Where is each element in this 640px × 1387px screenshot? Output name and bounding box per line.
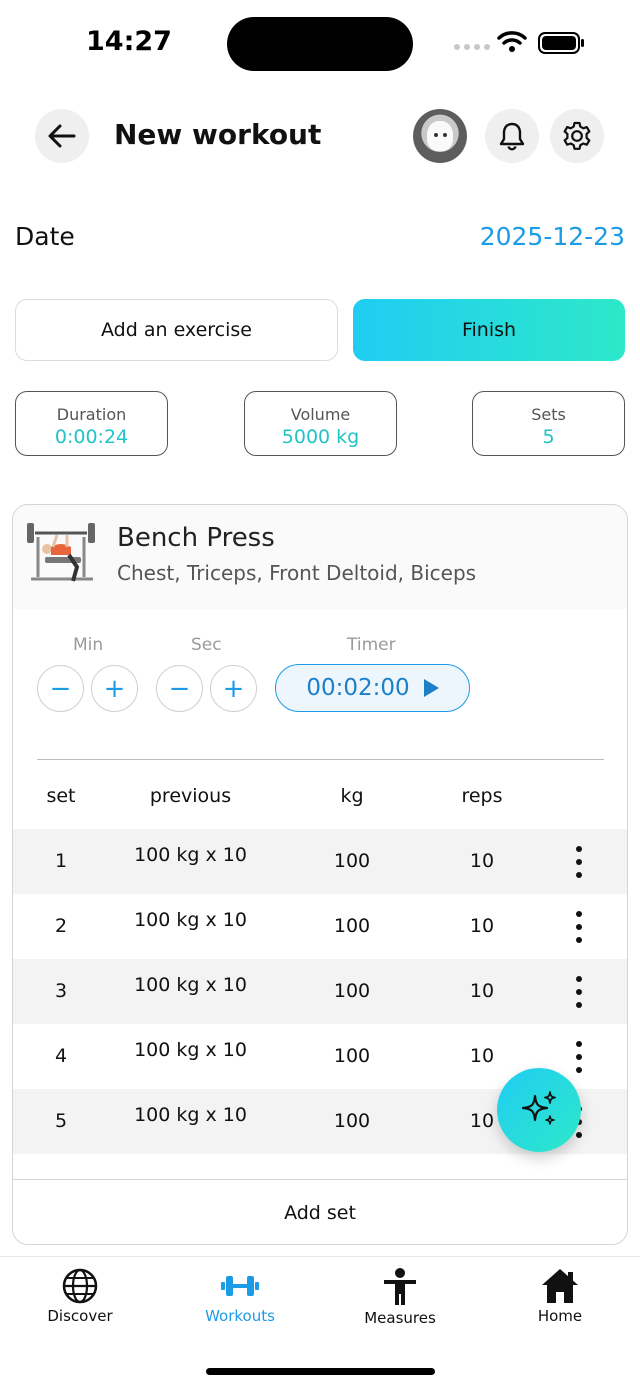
- cellular-signal-icon: [454, 44, 490, 50]
- sec-increment-button[interactable]: +: [210, 665, 257, 712]
- action-row: Add an exercise Finish: [15, 299, 625, 361]
- set-number: 4: [54, 1045, 68, 1067]
- stat-value: 0:00:24: [54, 426, 129, 448]
- status-bar: 14:27: [0, 0, 640, 88]
- set-kg-input[interactable]: 100: [313, 850, 391, 872]
- sec-decrement-button[interactable]: −: [156, 665, 203, 712]
- set-kg-input[interactable]: 100: [313, 1110, 391, 1132]
- table-row: 3 100 kg x 10 100 10: [13, 959, 627, 1024]
- column-header-set: set: [46, 785, 76, 807]
- stat-volume: Volume 5000 kg: [244, 391, 397, 456]
- set-number: 3: [54, 980, 68, 1002]
- back-button[interactable]: [35, 109, 89, 163]
- tab-label: Workouts: [205, 1307, 275, 1325]
- tab-label: Home: [537, 1307, 583, 1325]
- exercise-muscles: Chest, Triceps, Front Deltoid, Biceps: [117, 561, 477, 585]
- avatar-photo: [427, 121, 453, 151]
- min-label: Min: [73, 635, 104, 655]
- set-kg-input[interactable]: 100: [313, 1045, 391, 1067]
- app-header: New workout: [0, 108, 640, 164]
- avatar[interactable]: [413, 109, 467, 163]
- notifications-button[interactable]: [485, 109, 539, 163]
- avatar-photo-detail: [443, 133, 447, 137]
- set-reps-input[interactable]: 10: [443, 980, 521, 1002]
- set-previous[interactable]: 100 kg x 10: [113, 1104, 268, 1126]
- person-icon: [384, 1268, 416, 1305]
- more-vert-icon[interactable]: [573, 1041, 585, 1073]
- stat-value: 5: [542, 426, 555, 448]
- tab-home[interactable]: Home: [500, 1267, 620, 1327]
- set-reps-input[interactable]: 10: [443, 915, 521, 937]
- stat-duration: Duration 0:00:24: [15, 391, 168, 456]
- set-previous[interactable]: 100 kg x 10: [113, 1039, 268, 1061]
- tab-discover[interactable]: Discover: [20, 1267, 140, 1327]
- gear-icon: [563, 121, 591, 150]
- min-decrement-button[interactable]: −: [37, 665, 84, 712]
- exercise-header[interactable]: Bench Press Chest, Triceps, Front Deltoi…: [13, 505, 627, 609]
- exercise-name: Bench Press: [117, 523, 275, 553]
- stat-label: Sets: [531, 405, 566, 424]
- wifi-icon: [497, 31, 527, 52]
- min-increment-button[interactable]: +: [91, 665, 138, 712]
- date-picker[interactable]: 2025-12-23: [480, 222, 625, 251]
- more-vert-icon[interactable]: [573, 976, 585, 1008]
- set-kg-input[interactable]: 100: [313, 980, 391, 1002]
- stat-sets: Sets 5: [472, 391, 625, 456]
- sets-table-header: set previous kg reps: [13, 785, 627, 817]
- date-label: Date: [15, 222, 75, 251]
- timer-value: 00:02:00: [306, 675, 410, 701]
- date-row: Date 2025-12-23: [15, 222, 625, 258]
- set-number: 2: [54, 915, 68, 937]
- ai-assistant-button[interactable]: [497, 1068, 581, 1152]
- bell-icon: [499, 122, 525, 151]
- tab-measures[interactable]: Measures: [340, 1267, 460, 1327]
- dynamic-island: [227, 17, 413, 71]
- play-icon: [423, 679, 439, 697]
- column-header-reps: reps: [461, 785, 503, 807]
- stat-label: Duration: [56, 405, 127, 424]
- stat-label: Volume: [290, 405, 351, 424]
- home-indicator: [206, 1368, 435, 1375]
- page-title: New workout: [114, 118, 322, 151]
- tab-label: Measures: [364, 1309, 436, 1327]
- stats-row: Duration 0:00:24 Volume 5000 kg Sets 5: [15, 391, 625, 457]
- column-header-previous: previous: [149, 785, 232, 807]
- set-reps-input[interactable]: 10: [443, 850, 521, 872]
- set-reps-input[interactable]: 10: [443, 1045, 521, 1067]
- tab-workouts[interactable]: Workouts: [180, 1267, 300, 1327]
- table-row: 2 100 kg x 10 100 10: [13, 894, 627, 959]
- set-number: 5: [54, 1110, 68, 1132]
- arrow-left-icon: [48, 124, 76, 148]
- sparkles-icon: [521, 1091, 556, 1125]
- set-previous[interactable]: 100 kg x 10: [113, 909, 268, 931]
- add-exercise-button[interactable]: Add an exercise: [15, 299, 338, 361]
- set-kg-input[interactable]: 100: [313, 915, 391, 937]
- bench-press-illustration: [27, 523, 95, 582]
- status-time: 14:27: [86, 26, 172, 57]
- set-previous[interactable]: 100 kg x 10: [113, 844, 268, 866]
- rest-timer: Min Sec Timer − + − + 00:02:00: [13, 633, 627, 713]
- divider: [37, 759, 604, 760]
- globe-icon: [62, 1268, 98, 1304]
- tab-label: Discover: [47, 1307, 113, 1325]
- bottom-tab-bar: Discover Workouts Measures Home: [0, 1256, 640, 1387]
- set-number: 1: [54, 850, 68, 872]
- home-icon: [542, 1269, 578, 1303]
- settings-button[interactable]: [550, 109, 604, 163]
- avatar-photo-detail: [434, 133, 438, 137]
- battery-icon: [538, 32, 584, 54]
- column-header-kg: kg: [340, 785, 364, 807]
- finish-button[interactable]: Finish: [353, 299, 625, 361]
- add-set-button[interactable]: Add set: [13, 1179, 627, 1244]
- sec-label: Sec: [191, 635, 222, 655]
- stat-value: 5000 kg: [281, 426, 360, 448]
- more-vert-icon[interactable]: [573, 911, 585, 943]
- timer-start-button[interactable]: 00:02:00: [275, 664, 470, 712]
- set-previous[interactable]: 100 kg x 10: [113, 974, 268, 996]
- timer-label: Timer: [347, 635, 396, 655]
- dumbbell-icon: [221, 1276, 259, 1296]
- more-vert-icon[interactable]: [573, 846, 585, 878]
- table-row: 1 100 kg x 10 100 10: [13, 829, 627, 894]
